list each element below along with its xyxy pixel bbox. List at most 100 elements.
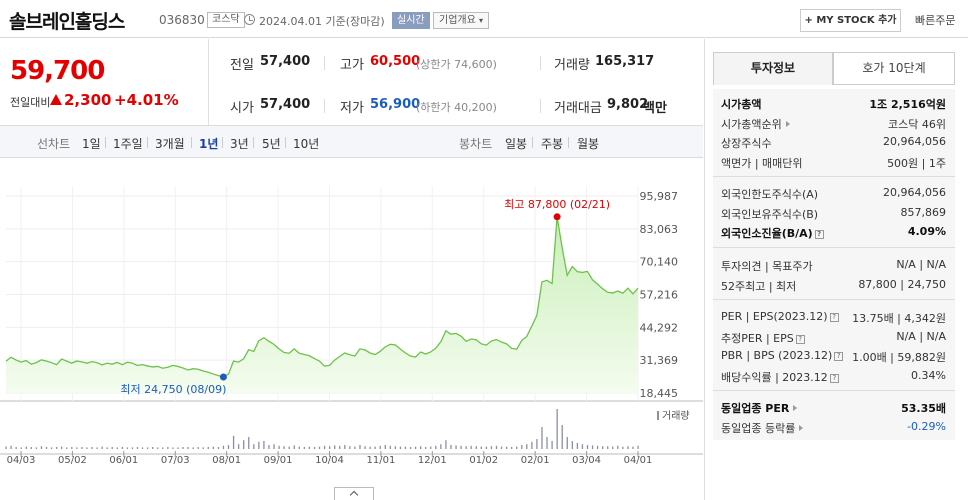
info-label: 상장주식수: [721, 135, 772, 151]
candle-monthly[interactable]: 월봉: [577, 135, 599, 152]
info-value: 13.75배 | 4,342원: [852, 312, 946, 325]
volume-bar: [177, 447, 179, 449]
date-text: 2024.04.01 기준(장마감): [259, 15, 385, 28]
candle-daily[interactable]: 일봉: [505, 135, 527, 152]
volume-bar: [637, 445, 639, 449]
info-value: 20,964,056: [883, 135, 946, 148]
period-5y[interactable]: 5년: [262, 135, 281, 152]
volume-bar: [172, 447, 174, 449]
volume-bar: [607, 446, 609, 449]
tab-order-book[interactable]: 호가 10단계: [833, 52, 955, 85]
volume-bar: [384, 445, 386, 449]
volume-bar: [349, 446, 351, 449]
volume-bar: [541, 427, 543, 449]
volume-bar: [253, 444, 255, 449]
volume-bar: [222, 445, 225, 449]
divider: [713, 176, 955, 177]
chart-collapse-button[interactable]: [334, 487, 374, 500]
volume-bar: [344, 445, 346, 449]
tab-investment-info[interactable]: 투자정보: [713, 52, 833, 85]
company-overview-button[interactable]: 기업개요 ▾: [433, 12, 490, 29]
stock-code: 036830: [159, 13, 205, 27]
price-chart[interactable]: 95,987 83,063 70,140 57,216 44,292 31,369 18,4…: [0, 159, 703, 500]
divider: [285, 137, 286, 148]
chevron-right-icon: [785, 120, 790, 127]
volume-bar: [187, 447, 189, 449]
volume-bar: [61, 446, 63, 449]
add-my-stock-button[interactable]: + MY STOCK 추가: [800, 9, 901, 32]
volume-bar: [298, 446, 300, 449]
info-label: 투자의견 | 목표주가: [721, 258, 813, 274]
amount-label: 거래대금: [554, 101, 602, 116]
volume-bar: [20, 447, 22, 449]
volume-bar: [308, 446, 311, 449]
info-value: 857,869: [900, 205, 947, 219]
divider: [713, 390, 955, 391]
volume-bar: [86, 447, 88, 449]
lower-limit: (하한가 40,200): [416, 101, 497, 114]
volume-bar: [561, 425, 563, 449]
y-tick-label: 70,140: [640, 256, 679, 269]
info-label-text: 외국인소진율(B/A): [721, 227, 813, 240]
info-label[interactable]: 동일업종 PER: [721, 400, 798, 416]
divider: [222, 137, 223, 148]
chevron-right-icon: [799, 424, 804, 431]
volume-value: 165,317: [595, 54, 655, 69]
volume-bar: [182, 447, 184, 449]
help-icon[interactable]: ?: [834, 352, 844, 361]
help-icon[interactable]: ?: [814, 230, 824, 239]
quick-order-button[interactable]: 빠른주문: [915, 12, 955, 28]
period-1y[interactable]: 1년: [199, 135, 218, 152]
volume-bar: [475, 446, 477, 449]
upper-limit: (상한가 74,600): [416, 58, 497, 71]
help-icon[interactable]: ?: [795, 334, 805, 344]
volume-bar: [576, 443, 579, 449]
volume-bar: [430, 446, 432, 449]
low-label: 저가: [340, 101, 364, 116]
volume-bar: [40, 446, 43, 449]
volume-bar: [591, 445, 594, 449]
volume-bar: [536, 439, 538, 449]
period-3y[interactable]: 3년: [230, 135, 249, 152]
period-10y[interactable]: 10년: [293, 135, 319, 152]
volume-bar: [318, 446, 321, 449]
divider: [324, 56, 325, 70]
volume-bar: [490, 446, 493, 449]
period-3m[interactable]: 3개월: [155, 135, 185, 152]
volume-bar: [76, 447, 78, 449]
volume-bar: [612, 446, 614, 449]
period-1d[interactable]: 1일: [82, 135, 101, 152]
info-label[interactable]: 동일업종 등락률: [721, 420, 804, 436]
volume-bar: [313, 447, 316, 449]
volume-bar: [505, 446, 508, 449]
x-tick-label: 12/01: [418, 455, 447, 466]
low-point-marker: [219, 373, 227, 381]
info-label-text: 동일업종 PER: [721, 402, 790, 415]
info-label[interactable]: 시가총액순위: [721, 116, 790, 132]
divider: [540, 56, 541, 70]
volume-bar: [602, 446, 604, 449]
info-value: 0.34%: [911, 368, 946, 382]
volume-bar: [45, 447, 48, 449]
volume-bar: [622, 446, 624, 449]
realtime-button[interactable]: 실시간: [392, 12, 430, 29]
volume-bar: [25, 446, 27, 449]
x-tick-label: 11/01: [367, 455, 396, 466]
company-overview-label: 기업개요: [439, 15, 476, 26]
volume-bar: [202, 447, 204, 449]
volume-bar: [551, 441, 553, 449]
volume-bar: [15, 447, 17, 449]
up-arrow-icon: [50, 94, 62, 105]
volume-bar: [146, 447, 149, 449]
info-label-text: 상장주식수: [721, 137, 772, 150]
candle-weekly[interactable]: 주봉: [541, 135, 563, 152]
help-icon[interactable]: ?: [829, 373, 839, 383]
divider: [324, 99, 325, 113]
help-icon[interactable]: ?: [829, 313, 839, 322]
info-value: 1조 2,516억원: [869, 98, 946, 111]
x-tick-label: 02/01: [521, 455, 550, 466]
volume-legend-label: 거래량: [662, 410, 690, 422]
y-tick-label: 95,987: [640, 190, 679, 203]
period-1w[interactable]: 1주일: [113, 135, 143, 152]
info-label-text: 배당수익률 | 2023.12: [721, 370, 828, 384]
